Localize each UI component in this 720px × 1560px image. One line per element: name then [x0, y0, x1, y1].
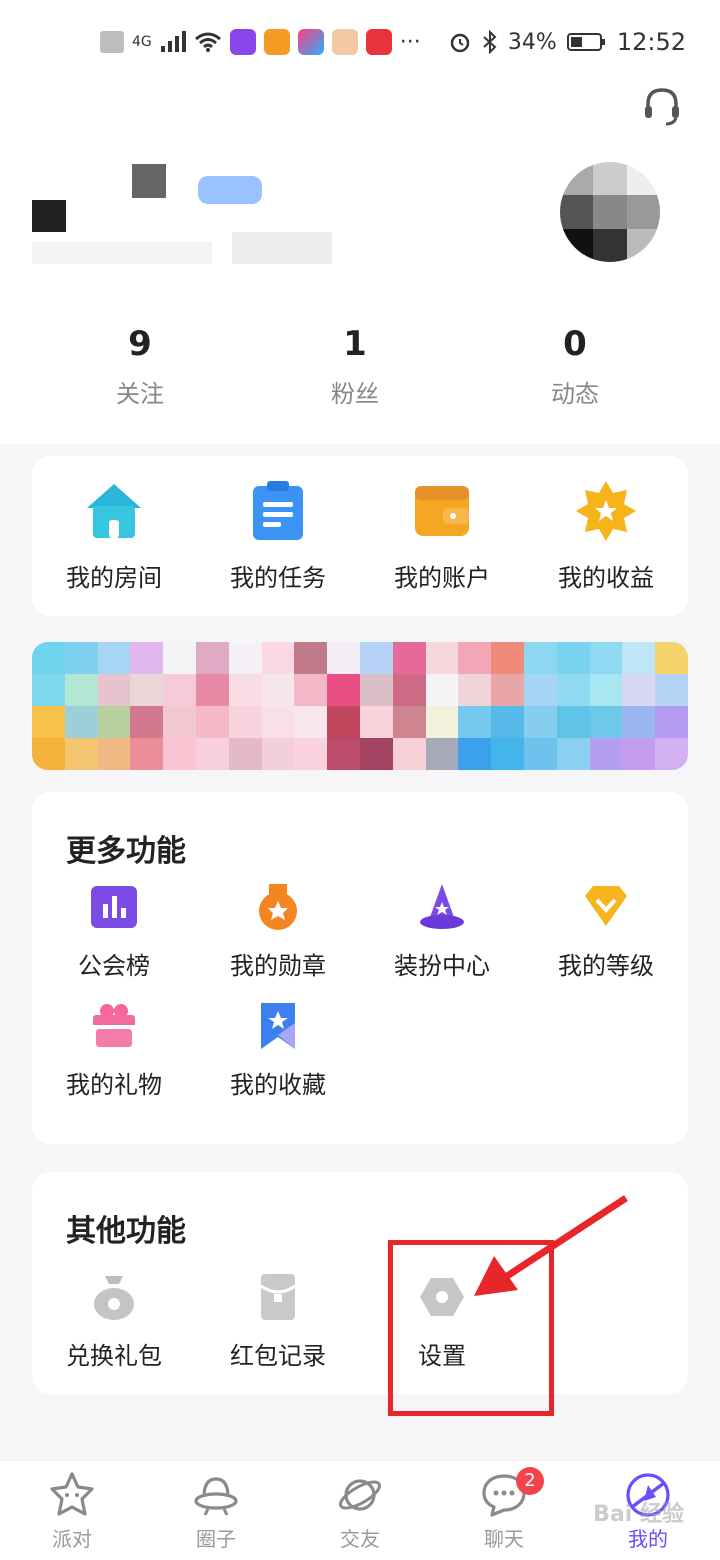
avatar[interactable]: [560, 162, 660, 262]
tab-friends[interactable]: 交友: [288, 1461, 432, 1560]
more-functions-grid: 公会榜 我的勋章 装扮中心 我的等级 我的礼物 我的收藏: [32, 882, 688, 1100]
my-gifts-label: 我的礼物: [66, 1071, 162, 1099]
my-account-label: 我的账户: [394, 564, 490, 592]
planet-icon: [339, 1479, 381, 1511]
tab-party[interactable]: 派对: [0, 1461, 144, 1560]
alarm-icon: [450, 33, 470, 53]
my-level-label: 我的等级: [558, 952, 654, 980]
tab-label: 聊天: [484, 1527, 524, 1551]
app-notification-icon: [297, 29, 324, 55]
other-functions-grid: 兑换礼包 红包记录 设置: [32, 1272, 688, 1371]
gift-icon: [93, 1004, 135, 1047]
other-functions-card: 其他功能 兑换礼包 红包记录 设置: [32, 1172, 688, 1394]
my-tasks-label: 我的任务: [230, 564, 326, 592]
guild-ranking-label: 公会榜: [78, 952, 150, 980]
ufo-icon: [194, 1477, 238, 1516]
app-notification-icon: [263, 29, 290, 55]
network-type: 4G: [132, 34, 152, 50]
my-favorites-button[interactable]: 我的收藏: [196, 1001, 360, 1100]
star-badge-icon: [576, 481, 636, 541]
stat-label: 动态: [551, 380, 599, 408]
unread-badge: 2: [516, 1467, 544, 1495]
tab-label: 交友: [340, 1527, 380, 1551]
battery-percent: 34%: [507, 29, 557, 55]
my-medals-button[interactable]: 我的勋章: [196, 882, 360, 981]
customer-service-icon[interactable]: [640, 84, 684, 128]
promo-banner[interactable]: [32, 642, 688, 770]
more-functions-card: 更多功能 公会榜 我的勋章 装扮中心 我的等级 我的礼物 我的收藏: [32, 792, 688, 1144]
wizard-hat-icon: [420, 884, 464, 929]
settings-button[interactable]: 设置: [360, 1272, 524, 1371]
my-account-button[interactable]: 我的账户: [360, 478, 524, 616]
stat-following[interactable]: 9 关注: [0, 324, 280, 409]
my-earnings-button[interactable]: 我的收益: [524, 478, 688, 616]
wallet-icon: [415, 486, 469, 536]
app-notification-icon: [331, 29, 358, 55]
wifi-icon: [194, 32, 221, 52]
watermark-logo: Bai 经验: [593, 1502, 684, 1527]
status-bar: 4G ··· 34% 12:52: [0, 0, 720, 84]
stat-number: 9: [128, 324, 152, 364]
my-room-button[interactable]: 我的房间: [32, 478, 196, 616]
clipboard-icon: [253, 481, 303, 540]
my-earnings-label: 我的收益: [558, 564, 654, 592]
tab-label: 圈子: [196, 1527, 236, 1551]
my-room-label: 我的房间: [66, 564, 162, 592]
my-favorites-label: 我的收藏: [230, 1071, 326, 1099]
money-bag-icon: [94, 1276, 134, 1320]
bookmark-icon: [261, 1003, 295, 1049]
stat-label: 粉丝: [331, 380, 379, 408]
stat-fans[interactable]: 1 粉丝: [280, 324, 430, 409]
battery-icon: [566, 33, 605, 51]
app-notification-icon: [365, 29, 392, 55]
section-title: 其他功能: [66, 1214, 186, 1249]
tab-circle[interactable]: 圈子: [144, 1461, 288, 1560]
my-medals-label: 我的勋章: [230, 952, 326, 980]
star-face-icon: [50, 1472, 94, 1516]
redeem-gift-pack-label: 兑换礼包: [66, 1342, 162, 1370]
bar-chart-icon: [91, 886, 137, 928]
stat-number: 0: [563, 324, 587, 364]
house-icon: [87, 484, 141, 538]
my-level-button[interactable]: 我的等级: [524, 882, 688, 981]
settings-hexagon-icon: [420, 1278, 464, 1316]
settings-label: 设置: [418, 1342, 466, 1370]
medal-icon: [259, 884, 297, 930]
red-envelope-icon: [260, 1274, 296, 1320]
clock: 12:52: [616, 28, 686, 56]
signal-icon: [160, 31, 186, 52]
bluetooth-icon: [483, 30, 497, 54]
profile-header: 9 关注 1 粉丝 0 动态: [0, 84, 720, 444]
tab-label: 派对: [52, 1527, 92, 1551]
tab-chat[interactable]: 2 聊天: [432, 1461, 576, 1560]
stat-posts[interactable]: 0 动态: [430, 324, 720, 409]
diamond-icon: [585, 886, 627, 926]
profile-stats: 9 关注 1 粉丝 0 动态: [0, 324, 720, 409]
red-packet-records-button[interactable]: 红包记录: [196, 1272, 360, 1371]
dressup-center-label: 装扮中心: [394, 952, 490, 980]
my-gifts-button[interactable]: 我的礼物: [32, 1001, 196, 1100]
dressup-center-button[interactable]: 装扮中心: [360, 882, 524, 981]
guild-ranking-button[interactable]: 公会榜: [32, 882, 196, 981]
stat-label: 关注: [116, 380, 164, 408]
red-packet-records-label: 红包记录: [230, 1342, 326, 1370]
hd-icon: [100, 31, 124, 53]
redeem-gift-pack-button[interactable]: 兑换礼包: [32, 1272, 196, 1371]
banner-image-pixelated: [32, 642, 688, 770]
section-title: 更多功能: [66, 834, 186, 869]
my-tasks-button[interactable]: 我的任务: [196, 478, 360, 616]
more-notifications-icon: ···: [399, 29, 421, 55]
app-notification-icon: [229, 29, 256, 55]
stat-number: 1: [343, 324, 367, 364]
quick-access-card: 我的房间 我的任务 我的账户 我的收益: [32, 456, 688, 616]
